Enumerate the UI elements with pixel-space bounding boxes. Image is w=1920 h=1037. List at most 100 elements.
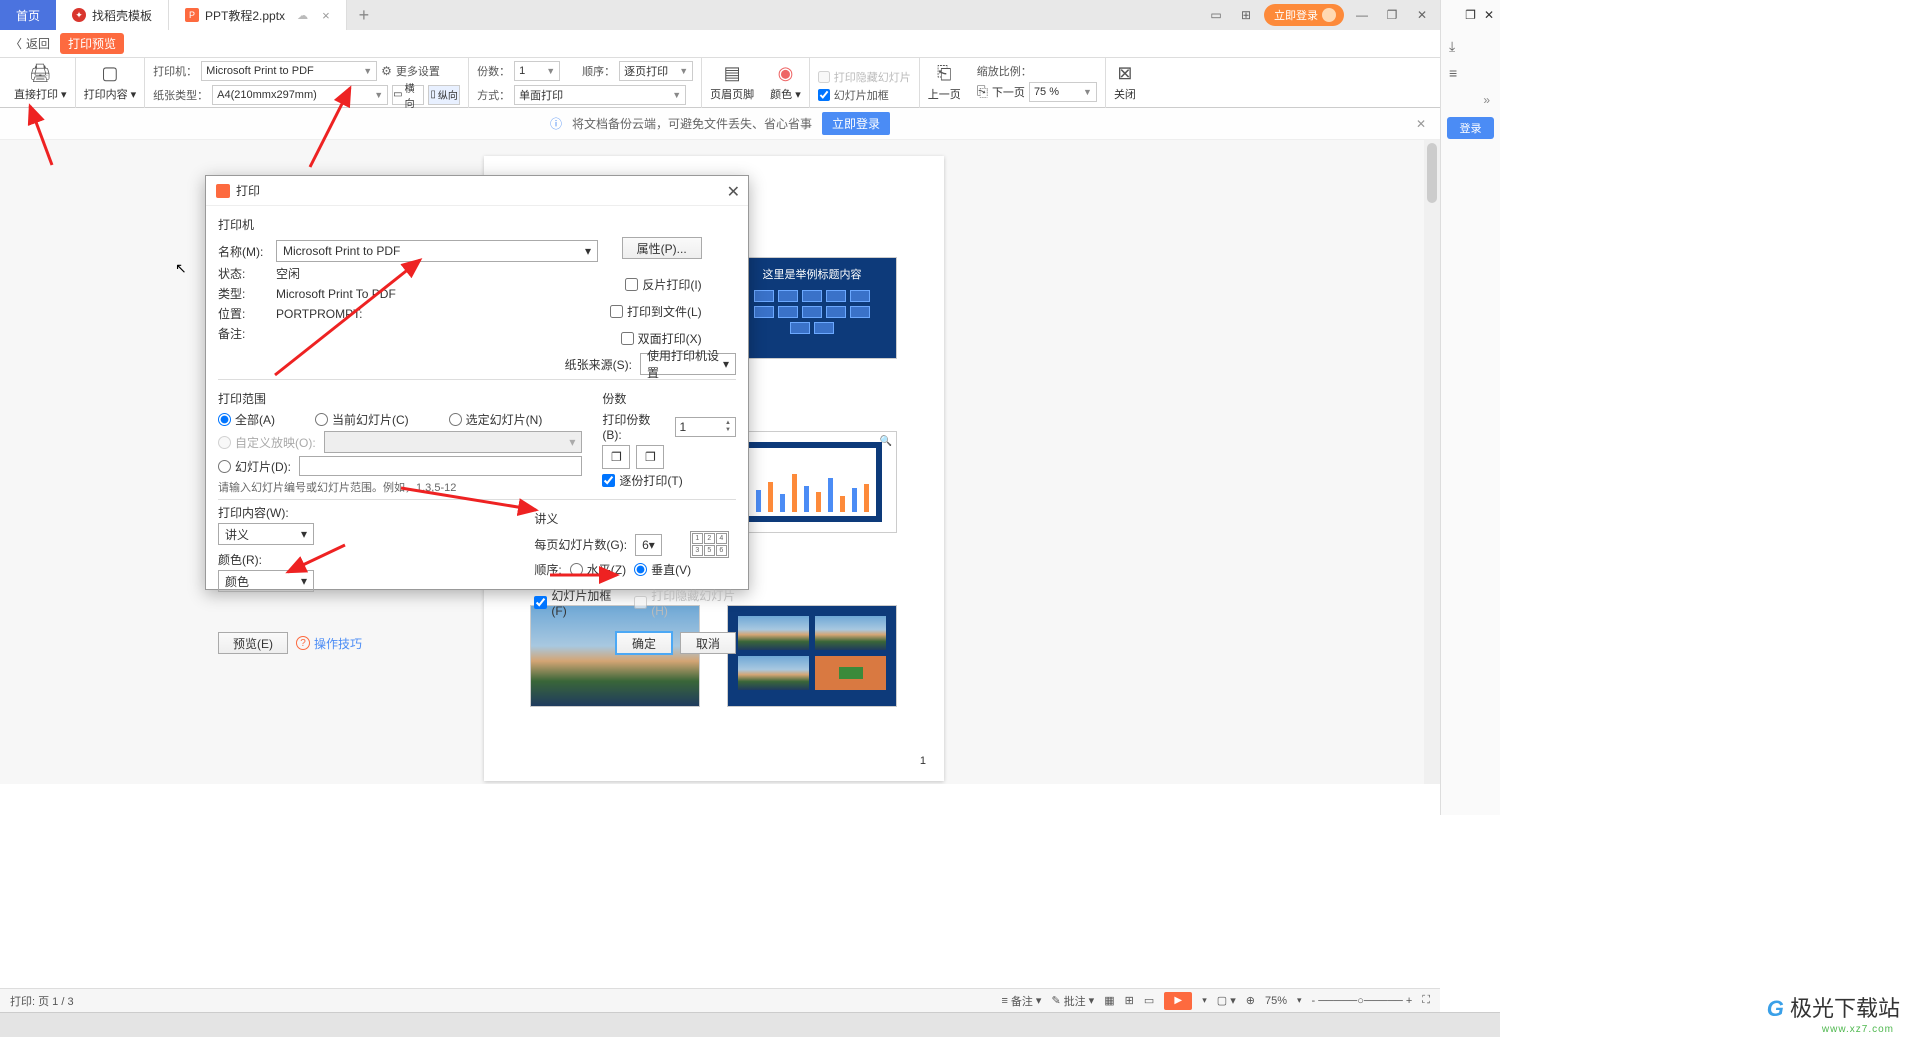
- watermark-brand: G 极光下载站: [1767, 991, 1900, 1023]
- more-settings-link[interactable]: 更多设置: [396, 63, 440, 79]
- zoom-select[interactable]: 75 %▼: [1029, 82, 1097, 102]
- play-button[interactable]: ▶: [1164, 992, 1192, 1010]
- settings-gear-icon[interactable]: ⚙: [381, 64, 392, 78]
- ok-button[interactable]: 确定: [616, 632, 672, 654]
- tab-close-icon[interactable]: ×: [322, 8, 330, 23]
- zoom-value[interactable]: 75%: [1265, 995, 1287, 1007]
- custom-show-select: ▾: [324, 431, 583, 453]
- content-select[interactable]: 讲义▾: [218, 523, 314, 545]
- sidebar-login-button[interactable]: 登录: [1447, 117, 1494, 139]
- tab-add[interactable]: +: [347, 0, 382, 30]
- reverse-checkbox[interactable]: 反片打印(I): [625, 276, 701, 293]
- banner-login-button[interactable]: 立即登录: [822, 112, 890, 135]
- portrait-button[interactable]: ▯纵向: [428, 85, 460, 105]
- printer-select[interactable]: Microsoft Print to PDF▼: [201, 61, 377, 81]
- slide-thumb-2: 🔍: [728, 432, 896, 532]
- color-label2: 颜色(R):: [218, 551, 314, 568]
- view-normal-icon[interactable]: ▦: [1104, 994, 1114, 1007]
- next-page-button[interactable]: ⎘下一页: [977, 83, 1025, 100]
- cancel-button[interactable]: 取消: [680, 632, 736, 654]
- next-page-icon: ⎘: [977, 83, 988, 100]
- restore-icon[interactable]: ❐: [1380, 3, 1404, 27]
- copies-select[interactable]: 1▼: [514, 61, 560, 81]
- range-selected-radio[interactable]: 选定幻灯片(N): [449, 411, 543, 428]
- order-select[interactable]: 逐页打印▼: [619, 61, 693, 81]
- duplex-checkbox[interactable]: 双面打印(X): [621, 330, 702, 347]
- layout-icon[interactable]: ▭: [1204, 3, 1228, 27]
- landscape-button[interactable]: ▭横向: [392, 85, 424, 105]
- ppt-icon: P: [185, 8, 199, 22]
- minimize-icon[interactable]: —: [1350, 3, 1374, 27]
- annotation-button[interactable]: ✎ 批注 ▾: [1051, 993, 1094, 1009]
- paper-label: 纸张类型：: [153, 87, 208, 103]
- outer-restore-icon[interactable]: ❐: [1465, 8, 1476, 22]
- landscape-icon: ▭: [393, 89, 402, 100]
- view-reading-icon[interactable]: ▭: [1144, 994, 1154, 1007]
- print-preview-badge: 打印预览: [60, 33, 124, 54]
- zoom-fit-icon[interactable]: ⊕: [1246, 994, 1255, 1007]
- ppt-icon: [216, 184, 230, 198]
- print-content-button[interactable]: ▢打印内容 ▾: [84, 63, 137, 102]
- range-current-radio[interactable]: 当前幻灯片(C): [315, 411, 409, 428]
- paper-select[interactable]: A4(210mmx297mm)▼: [212, 85, 388, 105]
- preview-button[interactable]: 预览(E): [218, 632, 288, 654]
- remark-button[interactable]: ≡ 备注 ▾: [1001, 993, 1041, 1009]
- tab-file[interactable]: PPPT教程2.pptx☁×: [169, 0, 347, 30]
- collate-checkbox[interactable]: 逐份打印(T): [602, 472, 736, 489]
- copies-count-input[interactable]: 1▲▼: [675, 417, 736, 437]
- order-vertical-radio[interactable]: 垂直(V): [634, 561, 691, 578]
- slide-frame-checkbox[interactable]: 幻灯片加框: [818, 87, 889, 103]
- slide-numbers-input[interactable]: [299, 456, 582, 476]
- mode-select[interactable]: 单面打印▼: [514, 85, 686, 105]
- back-button[interactable]: 〈返回: [10, 35, 50, 52]
- to-file-checkbox[interactable]: 打印到文件(L): [610, 303, 702, 320]
- fit-icon[interactable]: ⛶: [1422, 994, 1430, 1007]
- close-preview-button[interactable]: ⊠关闭: [1114, 63, 1136, 102]
- paper-source-select[interactable]: 使用打印机设置▾: [640, 353, 736, 375]
- dialog-close-icon[interactable]: ✕: [727, 182, 740, 202]
- range-all-radio[interactable]: 全部(A): [218, 411, 275, 428]
- vertical-scrollbar[interactable]: [1424, 140, 1440, 784]
- remark-label: 备注:: [218, 325, 268, 342]
- type-value: Microsoft Print To PDF: [276, 287, 396, 301]
- frame-checkbox[interactable]: 幻灯片加框(F): [534, 587, 614, 618]
- prev-page-button[interactable]: ⎗上一页: [928, 63, 961, 102]
- status-label: 状态:: [218, 265, 268, 282]
- download-icon[interactable]: ⤓: [1449, 38, 1492, 55]
- per-page-label: 每页幻灯片数(G):: [534, 536, 627, 553]
- per-page-select[interactable]: 6▾: [635, 534, 662, 556]
- color-button[interactable]: ◉颜色 ▾: [770, 63, 801, 102]
- properties-button[interactable]: 属性(P)...: [622, 237, 702, 259]
- hidden-slide-checkbox[interactable]: 打印隐藏幻灯片: [818, 69, 911, 85]
- magnify-icon[interactable]: 🔍: [880, 436, 892, 447]
- doc-icon: ✦: [72, 8, 86, 22]
- tips-link[interactable]: 操作技巧: [314, 635, 362, 652]
- copies-section-label: 份数: [602, 390, 736, 407]
- style-icon[interactable]: ▢ ▾: [1217, 994, 1236, 1007]
- mode-label: 方式：: [477, 87, 510, 103]
- login-button[interactable]: 立即登录: [1264, 4, 1344, 26]
- color-select[interactable]: 颜色▾: [218, 570, 314, 592]
- outer-close-icon[interactable]: ✕: [1484, 8, 1494, 22]
- grid-icon[interactable]: ⊞: [1234, 3, 1258, 27]
- view-sorter-icon[interactable]: ⊞: [1125, 994, 1134, 1007]
- range-slides-radio[interactable]: 幻灯片(D):: [218, 458, 291, 475]
- printer-name-select[interactable]: Microsoft Print to PDF▾: [276, 240, 598, 262]
- dialog-title: 打印: [236, 182, 260, 199]
- tab-home[interactable]: 首页: [0, 0, 56, 30]
- header-footer-button[interactable]: ▤页眉页脚: [710, 63, 754, 102]
- banner-close-icon[interactable]: ✕: [1416, 117, 1426, 131]
- order-horizontal-radio[interactable]: 水平(Z): [570, 561, 626, 578]
- collate-icon-1: ❐: [602, 445, 630, 469]
- dialog-titlebar[interactable]: 打印 ✕: [206, 176, 748, 206]
- page-number: 1: [920, 755, 926, 767]
- direct-print-button[interactable]: 🖨直接打印 ▾: [14, 63, 67, 102]
- help-icon[interactable]: ?: [296, 636, 310, 650]
- prev-page-icon: ⎗: [937, 63, 951, 84]
- menu-icon[interactable]: ≡: [1449, 65, 1492, 81]
- layout-preview: 124356: [690, 531, 729, 558]
- hidden-checkbox: 打印隐藏幻灯片(H): [634, 587, 736, 618]
- taskbar: [0, 1012, 1500, 1037]
- tab-template[interactable]: ✦找稻壳模板: [56, 0, 169, 30]
- close-icon[interactable]: ✕: [1410, 3, 1434, 27]
